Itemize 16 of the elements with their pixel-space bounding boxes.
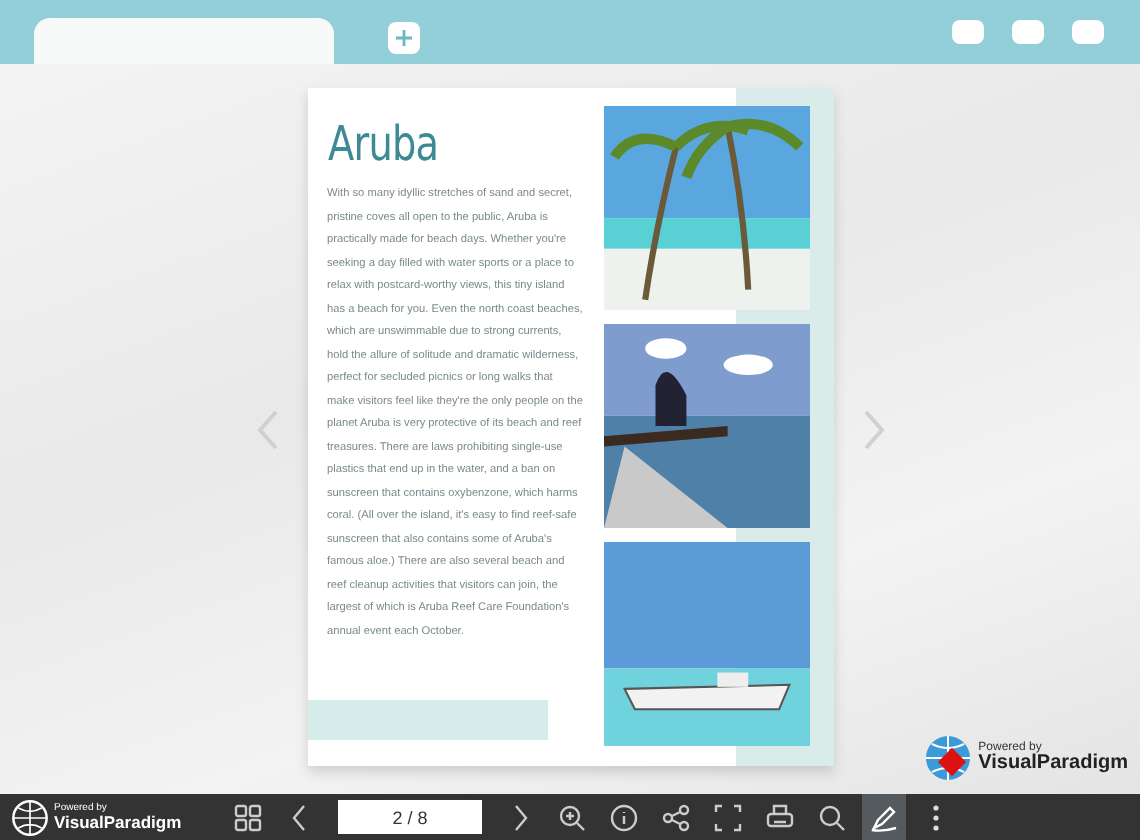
annotate-icon (870, 803, 898, 831)
info-icon (610, 803, 638, 831)
brand-name: VisualParadigm (54, 813, 182, 831)
share-icon (662, 803, 690, 831)
plus-icon (394, 28, 414, 48)
page-title: Aruba (327, 116, 440, 172)
globe-logo-icon (10, 797, 50, 837)
thumbnails-icon (234, 803, 262, 831)
brand-name: VisualParadigm (978, 754, 1128, 774)
fullscreen-icon (714, 803, 742, 831)
page-number-field[interactable]: 2 / 8 (338, 800, 482, 834)
print-icon (766, 803, 794, 831)
annotate-button[interactable] (862, 794, 906, 840)
globe-logo-icon (924, 734, 973, 782)
zoom-icon (558, 803, 586, 831)
search-icon (818, 803, 846, 831)
